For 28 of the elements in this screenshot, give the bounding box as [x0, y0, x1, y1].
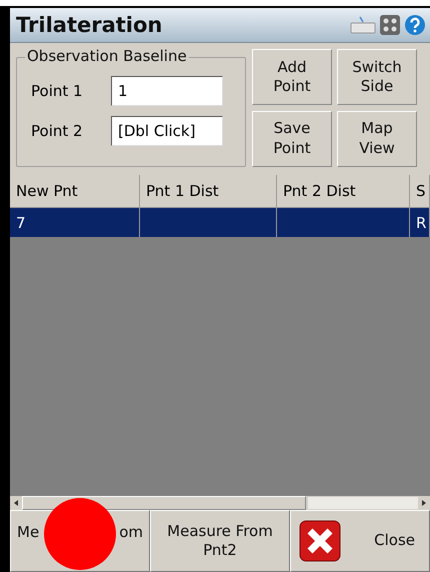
- action-button[interactable]: Switch Side: [337, 49, 417, 105]
- action-button[interactable]: Add Point: [252, 49, 332, 105]
- column-header[interactable]: Pnt 2 Dist: [277, 175, 410, 208]
- action-button[interactable]: Save Point: [252, 110, 332, 166]
- scroll-left-icon[interactable]: [12, 498, 20, 508]
- button-text: Me: [17, 523, 40, 544]
- field-label: Point 2: [30, 122, 84, 140]
- grid-icon[interactable]: [380, 15, 400, 35]
- table-cell[interactable]: R: [410, 208, 430, 237]
- action-button[interactable]: Map View: [337, 110, 417, 166]
- scroll-right-icon[interactable]: [420, 498, 428, 508]
- table-cell[interactable]: 7: [10, 208, 140, 237]
- column-header[interactable]: Pnt 1 Dist: [140, 175, 277, 208]
- measure-button[interactable]: Measure From Pnt2: [150, 510, 290, 572]
- field-label: Point 1: [30, 82, 84, 100]
- table-cell[interactable]: [140, 208, 277, 237]
- keyboard-icon[interactable]: [350, 16, 376, 34]
- point-field[interactable]: 1: [111, 76, 223, 106]
- button-text: om: [119, 523, 143, 544]
- table-cell[interactable]: [277, 208, 410, 237]
- help-icon[interactable]: [404, 14, 426, 36]
- column-header[interactable]: New Pnt: [10, 175, 140, 208]
- column-header[interactable]: S: [410, 175, 430, 208]
- close-icon: [299, 520, 341, 562]
- point-field[interactable]: [Dbl Click]: [111, 116, 223, 146]
- window-title: Trilateration: [16, 13, 164, 37]
- close-button[interactable]: Close: [290, 510, 430, 572]
- horizontal-scrollbar[interactable]: [10, 496, 430, 510]
